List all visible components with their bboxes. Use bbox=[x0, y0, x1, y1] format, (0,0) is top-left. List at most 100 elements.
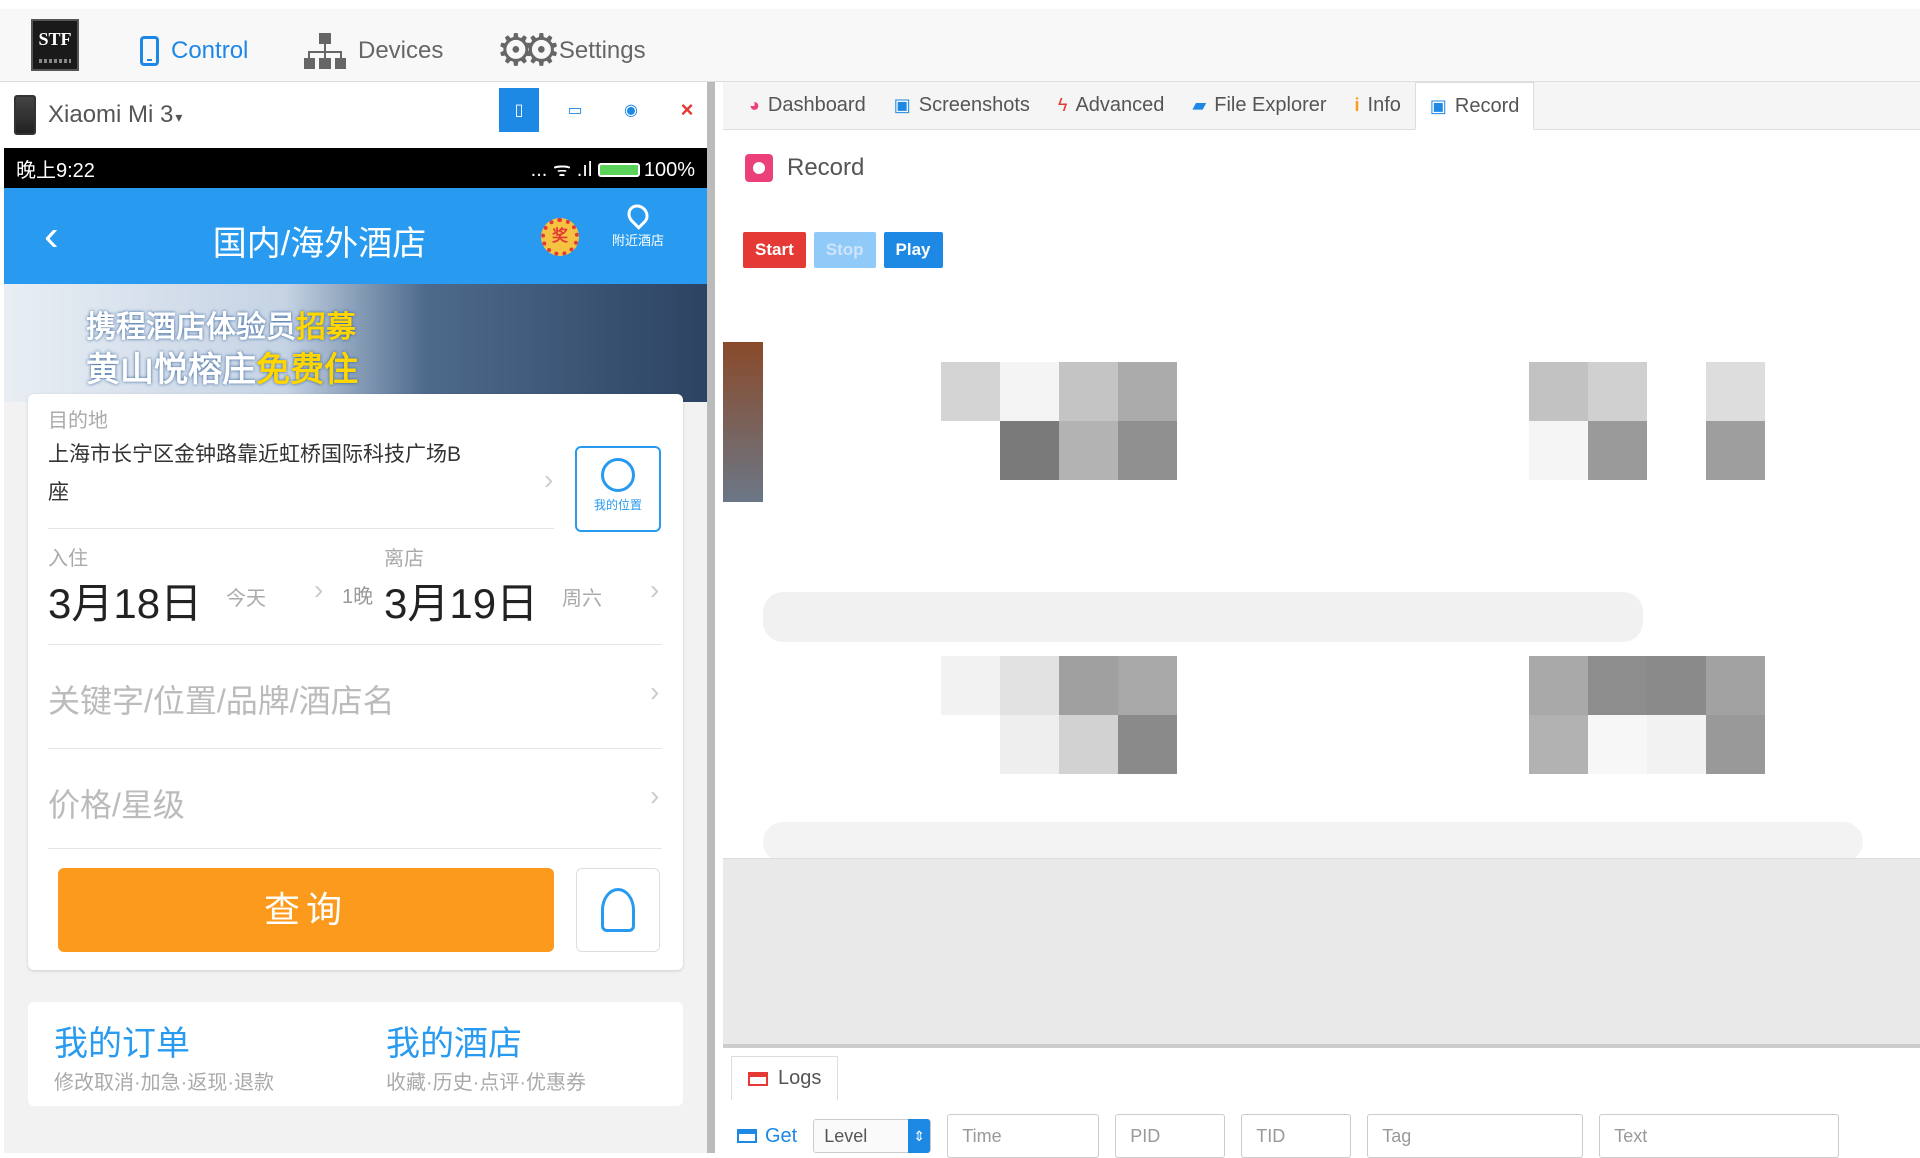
portrait-button[interactable]: ▯ bbox=[499, 88, 539, 132]
bolt-icon: ϟ bbox=[1057, 94, 1068, 115]
mosaic-block bbox=[1118, 715, 1177, 774]
tab-file-explorer[interactable]: ▰ File Explorer bbox=[1178, 81, 1340, 129]
nav-settings[interactable]: ⚙⚙ Settings bbox=[496, 26, 646, 75]
mosaic-block bbox=[1529, 656, 1588, 715]
dashboard-icon: ◕ bbox=[749, 94, 760, 115]
get-logs-button[interactable]: Get bbox=[737, 1125, 797, 1148]
device-panel: Xiaomi Mi 3 ▾ ▯ ▭ ◉ × 晚上9:22 ... ᯤ .ıl 10… bbox=[0, 82, 715, 1153]
my-hotels-link[interactable]: 我的酒店 bbox=[386, 1016, 522, 1065]
mosaic-block bbox=[1706, 656, 1765, 715]
search-button[interactable]: 查询 bbox=[58, 868, 554, 952]
pid-filter-input[interactable]: PID bbox=[1115, 1114, 1226, 1158]
tab-label: Record bbox=[1454, 94, 1520, 117]
battery-level: 100% bbox=[643, 158, 695, 181]
tag-filter-input[interactable]: Tag bbox=[1367, 1114, 1584, 1158]
mosaic-block bbox=[1706, 715, 1765, 774]
mosaic-block bbox=[1000, 362, 1059, 421]
time-filter-input[interactable]: Time bbox=[947, 1114, 1100, 1158]
my-location-button[interactable]: 我的位置 bbox=[575, 446, 661, 532]
mosaic-block bbox=[1059, 715, 1118, 774]
status-time: 晚上9:22 bbox=[16, 159, 95, 182]
tab-logs[interactable]: Logs bbox=[731, 1056, 839, 1100]
tab-screenshots[interactable]: ▣ Screenshots bbox=[880, 81, 1044, 129]
divider bbox=[48, 644, 662, 645]
mosaic-block bbox=[1647, 715, 1706, 774]
stf-logo[interactable]: STF bbox=[31, 19, 79, 71]
compass-icon bbox=[601, 458, 635, 492]
preview-edge bbox=[723, 342, 763, 502]
keyword-input[interactable]: 关键字/位置/品牌/酒店名 bbox=[48, 676, 395, 722]
mosaic-block bbox=[1529, 362, 1588, 421]
promo-banner[interactable]: 携程酒店体验员招募 黄山悦榕庄免费住 bbox=[4, 284, 707, 402]
hotel-search-card: 目的地 上海市长宁区金钟路靠近虹桥国际科技广场B座 › 我的位置 入住 3月18… bbox=[28, 394, 683, 970]
my-orders-link[interactable]: 我的订单 bbox=[54, 1016, 190, 1065]
nav-control[interactable]: Control bbox=[140, 31, 248, 71]
map-pin-icon bbox=[601, 888, 635, 932]
mosaic-block bbox=[941, 362, 1000, 421]
nav-settings-label: Settings bbox=[558, 37, 646, 64]
checkin-label: 入住 bbox=[48, 548, 88, 570]
my-links-card: 我的订单 修改取消·加急·返现·退款 我的酒店 收藏·历史·点评·优惠券 bbox=[28, 1002, 683, 1106]
mosaic-block bbox=[1588, 362, 1647, 421]
device-screen[interactable]: 晚上9:22 ... ᯤ .ıl 100% ‹ 国内/海外酒店 奖 附近酒店 携… bbox=[4, 148, 707, 1153]
network-tree-icon bbox=[304, 33, 346, 69]
device-name-dropdown[interactable]: Xiaomi Mi 3 ▾ bbox=[48, 101, 182, 129]
list-icon bbox=[737, 1129, 757, 1143]
record-controls: Start Stop Play bbox=[743, 232, 943, 268]
tab-record[interactable]: ▣ Record bbox=[1414, 82, 1535, 130]
nearby-hotels-button[interactable]: 附近酒店 bbox=[608, 200, 668, 249]
map-button[interactable] bbox=[576, 868, 660, 952]
mosaic-block bbox=[1000, 421, 1059, 480]
mosaic-block bbox=[1118, 362, 1177, 421]
nav-devices[interactable]: Devices bbox=[304, 31, 443, 71]
chevron-right-icon: › bbox=[314, 574, 324, 605]
recording-preview-area bbox=[723, 312, 1920, 862]
stop-button[interactable]: Stop bbox=[813, 232, 876, 268]
mosaic-block bbox=[1529, 421, 1588, 480]
tid-filter-input[interactable]: TID bbox=[1241, 1114, 1352, 1158]
start-button[interactable]: Start bbox=[743, 232, 806, 268]
mosaic-block bbox=[1059, 656, 1118, 715]
tab-label: File Explorer bbox=[1214, 93, 1327, 116]
price-star-input[interactable]: 价格/星级 bbox=[48, 780, 185, 826]
destination-field[interactable]: 上海市长宁区金钟路靠近虹桥国际科技广场B座 bbox=[48, 436, 468, 512]
tab-advanced[interactable]: ϟ Advanced bbox=[1044, 81, 1179, 129]
chevron-right-icon: › bbox=[544, 464, 554, 495]
nearby-label: 附近酒店 bbox=[611, 233, 664, 248]
level-select[interactable]: Level bbox=[813, 1119, 932, 1153]
mosaic-block bbox=[1706, 421, 1765, 480]
camera-icon: ▣ bbox=[893, 94, 911, 115]
close-device-button[interactable]: × bbox=[667, 88, 707, 132]
battery-icon bbox=[597, 163, 640, 178]
tab-dashboard[interactable]: ◕ Dashboard bbox=[735, 81, 880, 129]
tab-info[interactable]: i Info bbox=[1341, 81, 1415, 129]
checkout-date[interactable]: 3月19日 bbox=[384, 570, 538, 631]
mosaic-block bbox=[1000, 656, 1059, 715]
text-filter-input[interactable]: Text bbox=[1599, 1114, 1840, 1158]
visibility-eye-icon[interactable]: ◉ bbox=[611, 88, 651, 132]
reward-badge-icon[interactable]: 奖 bbox=[541, 218, 579, 256]
info-icon: i bbox=[1354, 94, 1360, 115]
chevron-right-icon: › bbox=[650, 780, 660, 811]
mosaic-block bbox=[1000, 715, 1059, 774]
divider bbox=[48, 748, 662, 749]
gears-icon: ⚙⚙ bbox=[496, 26, 561, 75]
location-pin-icon bbox=[623, 200, 653, 230]
my-hotels-sub: 收藏·历史·点评·优惠券 bbox=[386, 1072, 586, 1094]
landscape-button[interactable]: ▭ bbox=[555, 88, 595, 132]
control-panel: ◕ Dashboard ▣ Screenshots ϟ Advanced ▰ File … bbox=[723, 81, 1920, 1158]
mosaic-block bbox=[1706, 362, 1765, 421]
mosaic-block bbox=[1647, 656, 1706, 715]
mosaic-block bbox=[1588, 715, 1647, 774]
caret-down-icon: ▾ bbox=[175, 109, 183, 125]
logs-icon bbox=[748, 1071, 768, 1086]
tab-label: Info bbox=[1367, 93, 1401, 116]
tab-label: Screenshots bbox=[918, 93, 1030, 116]
divider bbox=[48, 848, 662, 849]
mosaic-block bbox=[1588, 421, 1647, 480]
phone-icon bbox=[140, 36, 159, 66]
mosaic-block bbox=[1118, 421, 1177, 480]
app-title: 国内/海外酒店 bbox=[212, 225, 427, 263]
checkin-date[interactable]: 3月18日 bbox=[48, 570, 202, 631]
play-button[interactable]: Play bbox=[883, 232, 943, 268]
